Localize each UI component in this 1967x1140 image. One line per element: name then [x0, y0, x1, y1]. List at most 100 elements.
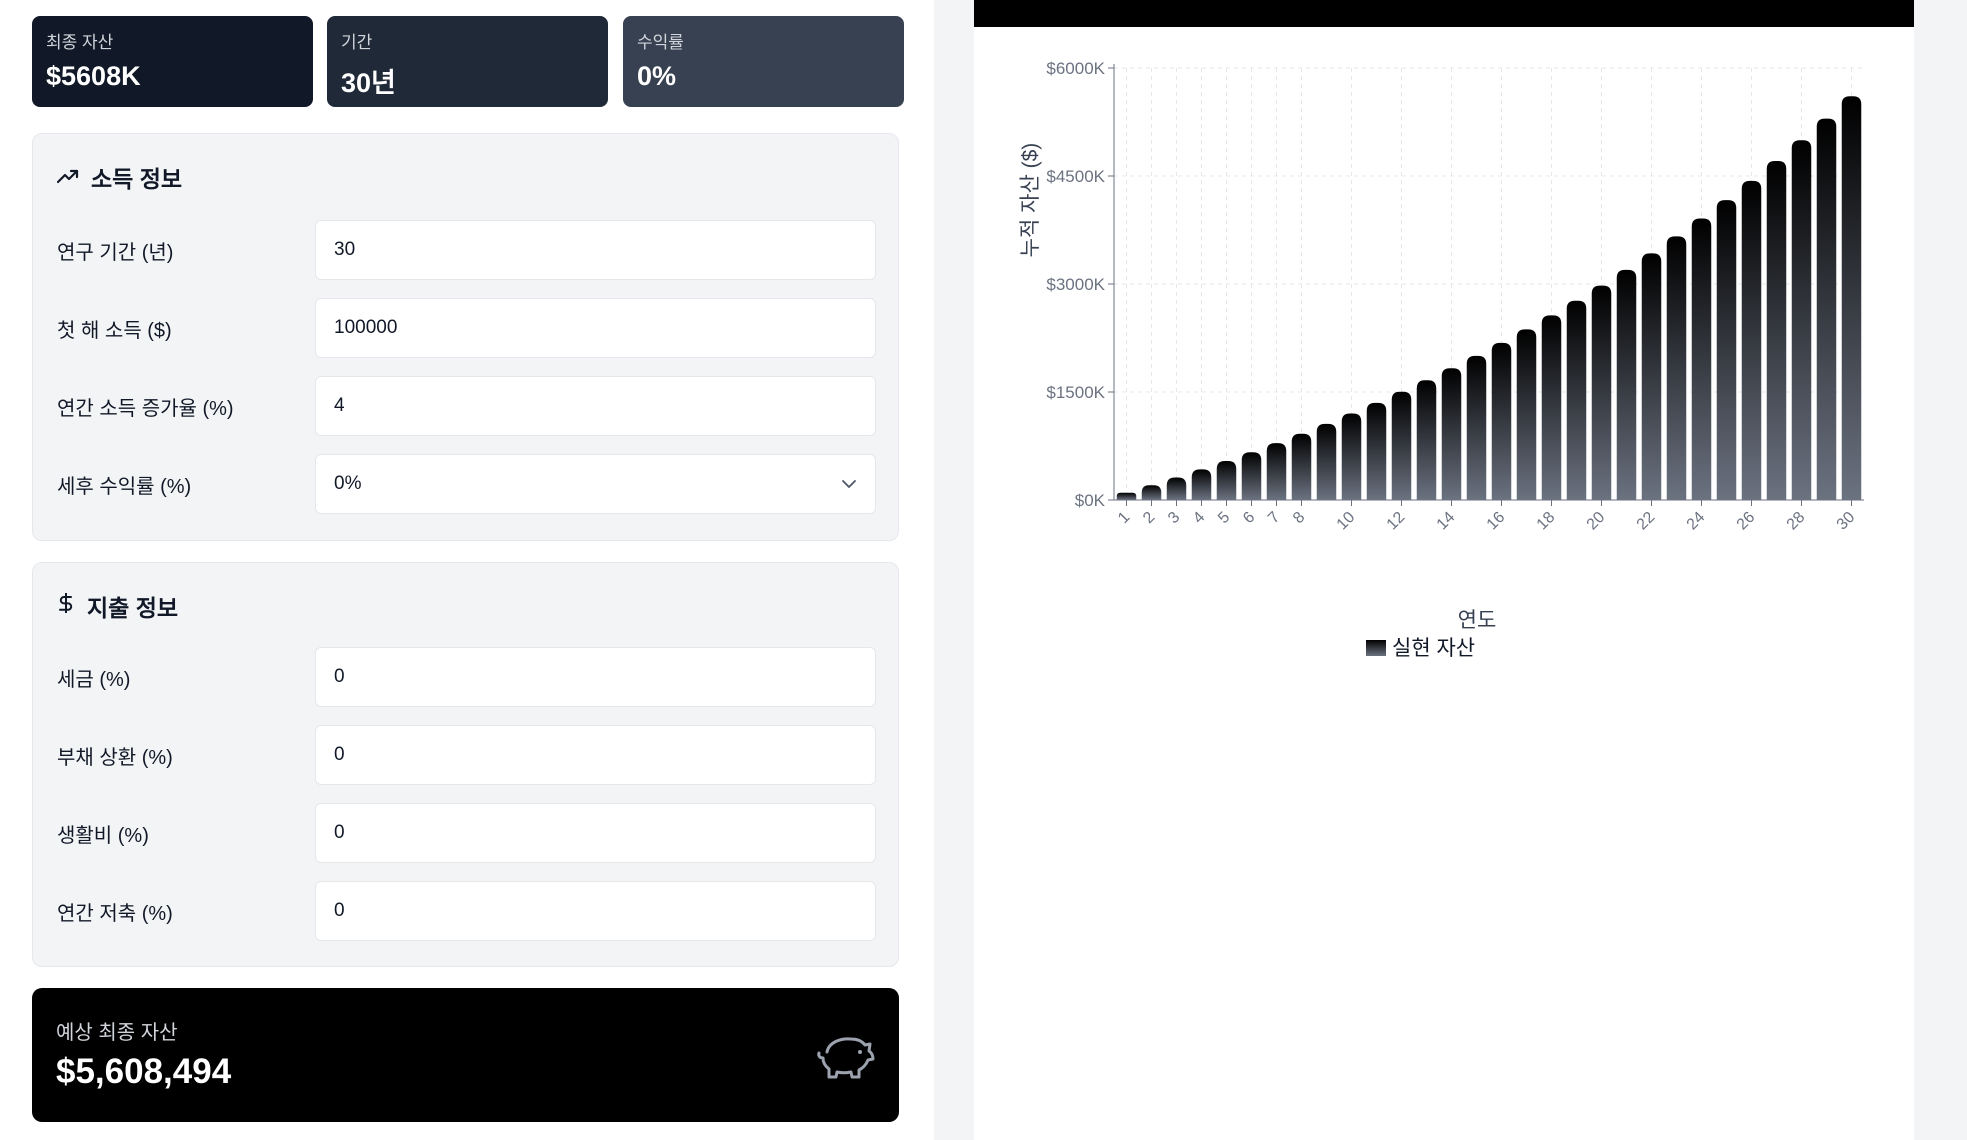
living-cost-input[interactable]: 0 [315, 803, 876, 863]
row-tax: 세금 (%) 0 [57, 647, 876, 707]
bar-year-27[interactable] [1766, 160, 1787, 500]
bar-year-14[interactable] [1441, 368, 1462, 500]
bar-year-10[interactable] [1341, 413, 1362, 500]
stat-value: $5608K [46, 61, 141, 91]
piggy-bank-icon [817, 1032, 875, 1085]
x-tick-label: 18 [1534, 509, 1559, 534]
bar-year-26[interactable] [1741, 180, 1762, 500]
x-tick-label: 1 [1115, 509, 1133, 527]
x-tick-label: 2 [1140, 509, 1158, 527]
bar-year-12[interactable] [1391, 391, 1412, 500]
bar-year-20[interactable] [1591, 285, 1612, 500]
projected-final-asset-card: 예상 최종 자산 $5,608,494 [32, 988, 899, 1122]
y-tick-label: $0K [1075, 491, 1106, 510]
chevron-down-icon [841, 473, 857, 495]
field-label: 연간 소득 증가율 (%) [57, 398, 234, 420]
bar-year-16[interactable] [1491, 342, 1512, 500]
y-tick-label: $3000K [1046, 275, 1105, 294]
income-growth-input[interactable]: 4 [315, 376, 876, 436]
stat-value: 0% [637, 61, 677, 91]
first-year-income-input[interactable]: 100000 [315, 298, 876, 358]
chart-panel: $0K $1500K $3000K $4500K $6000K 1 2 3 4 5 6 7 8 10 12 1… [974, 0, 1914, 1140]
bar-year-5[interactable] [1216, 460, 1237, 500]
bar-year-28[interactable] [1791, 140, 1812, 500]
x-tick-label: 7 [1265, 509, 1283, 527]
row-research-period: 연구 기간 (년) 30 [57, 220, 876, 280]
y-tick-label: $1500K [1046, 383, 1105, 402]
right-gutter [1914, 0, 1967, 1140]
x-tick-label: 10 [1334, 509, 1359, 534]
select-value: 0% [334, 473, 362, 494]
bar-year-9[interactable] [1316, 423, 1337, 500]
x-tick-label: 14 [1434, 509, 1459, 534]
bar-year-1[interactable] [1116, 492, 1137, 500]
stat-label: 최종 자산 [46, 33, 114, 52]
field-label: 첫 해 소득 ($) [57, 320, 172, 342]
after-tax-return-select[interactable]: 0% [315, 454, 876, 514]
input-panel: 최종 자산 $5608K 기간 30년 수익률 0% 소득 정보 연구 기간 (… [0, 0, 934, 1140]
expense-card: 지출 정보 세금 (%) 0 부채 상환 (%) 0 생활비 (%) 0 연간 … [32, 562, 899, 967]
x-tick-label: 6 [1240, 509, 1258, 527]
debt-repayment-input[interactable]: 0 [315, 725, 876, 785]
cumulative-asset-chart: $0K$1500K$3000K$4500K$6000K1 2 3 4 5 6 7 8 10 12 1… [1019, 59, 1864, 660]
y-axis-label: 누적 자산 ($) [1019, 143, 1042, 258]
bar-year-29[interactable] [1816, 118, 1837, 500]
dollar-icon [57, 592, 75, 620]
x-tick-label: 30 [1834, 509, 1859, 534]
stat-return-rate: 수익률 0% [623, 16, 904, 107]
stat-period: 기간 30년 [327, 16, 608, 107]
annual-savings-input[interactable]: 0 [315, 881, 876, 941]
research-period-input[interactable]: 30 [315, 220, 876, 280]
field-label: 연간 저축 (%) [57, 903, 173, 925]
bar-year-19[interactable] [1566, 300, 1587, 500]
legend-label: 실현 자산 [1392, 637, 1475, 660]
x-tick-label: 28 [1784, 509, 1809, 534]
bar-year-24[interactable] [1691, 218, 1712, 500]
summary-value: $5,608,494 [56, 1052, 232, 1091]
bar-year-11[interactable] [1366, 402, 1387, 500]
field-label: 부채 상환 (%) [57, 747, 173, 769]
expense-card-title: 지출 정보 [57, 589, 178, 623]
y-tick-label: $4500K [1046, 167, 1105, 186]
bar-year-18[interactable] [1541, 315, 1562, 500]
stat-label: 수익률 [637, 33, 684, 52]
income-card: 소득 정보 연구 기간 (년) 30 첫 해 소득 ($) 100000 연간 … [32, 133, 899, 541]
row-debt-repayment: 부채 상환 (%) 0 [57, 725, 876, 785]
x-axis-label: 연도 [1458, 609, 1497, 632]
bar-year-21[interactable] [1616, 269, 1637, 500]
panel-divider [934, 0, 974, 1140]
field-label: 세금 (%) [57, 669, 131, 691]
row-first-year-income: 첫 해 소득 ($) 100000 [57, 298, 876, 358]
bar-year-3[interactable] [1166, 477, 1187, 500]
bar-year-4[interactable] [1191, 469, 1212, 500]
chart-bars [1116, 96, 1862, 500]
x-tick-label: 8 [1290, 509, 1308, 527]
bar-year-30[interactable] [1841, 96, 1862, 500]
summary-label: 예상 최종 자산 [56, 1022, 178, 1044]
bar-year-22[interactable] [1641, 253, 1662, 500]
row-after-tax-return: 세후 수익률 (%) 0% [57, 454, 876, 514]
legend-swatch [1366, 640, 1386, 656]
x-tick-label: 5 [1215, 509, 1233, 527]
y-tick-label: $6000K [1046, 59, 1105, 78]
x-tick-label: 12 [1384, 509, 1409, 534]
bar-year-8[interactable] [1291, 433, 1312, 500]
bar-year-15[interactable] [1466, 355, 1487, 500]
expense-title-text: 지출 정보 [87, 595, 179, 621]
bar-year-13[interactable] [1416, 380, 1437, 500]
income-card-title: 소득 정보 [56, 160, 182, 194]
bar-year-7[interactable] [1266, 443, 1287, 500]
x-tick-label: 4 [1190, 509, 1208, 527]
stat-final-asset: 최종 자산 $5608K [32, 16, 313, 107]
bar-year-25[interactable] [1716, 200, 1737, 500]
row-income-growth: 연간 소득 증가율 (%) 4 [57, 376, 876, 436]
stat-value: 30년 [341, 68, 396, 98]
field-label: 세후 수익률 (%) [57, 476, 192, 498]
tax-input[interactable]: 0 [315, 647, 876, 707]
bar-year-17[interactable] [1516, 329, 1537, 500]
bar-year-2[interactable] [1141, 485, 1162, 500]
x-tick-label: 26 [1734, 509, 1759, 534]
bar-year-23[interactable] [1666, 236, 1687, 500]
bar-year-6[interactable] [1241, 452, 1262, 500]
field-label: 연구 기간 (년) [57, 242, 174, 264]
